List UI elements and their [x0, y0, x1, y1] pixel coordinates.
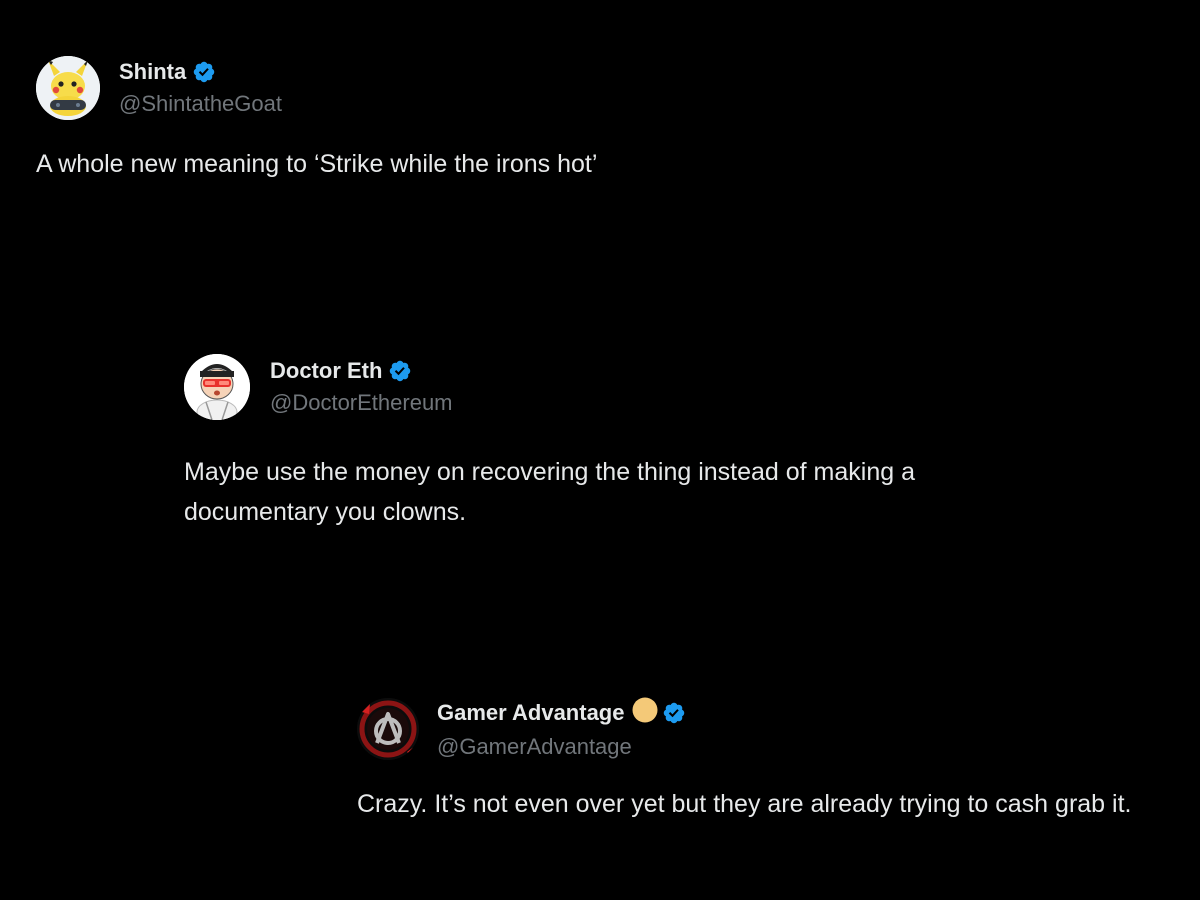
identity-block: Shinta @ShintatheGoat — [119, 59, 282, 117]
cartoon-doctor-avatar-icon — [184, 354, 250, 420]
display-name[interactable]: Doctor Eth — [270, 358, 382, 384]
tweet-header: Gamer Advantage @GamerAdvantage — [357, 697, 1187, 760]
handle[interactable]: @GamerAdvantage — [437, 734, 686, 760]
identity-block: Gamer Advantage @GamerAdvantage — [437, 697, 686, 760]
affiliate-badge-icon — [632, 697, 658, 728]
display-name[interactable]: Gamer Advantage — [437, 700, 624, 726]
handle[interactable]: @DoctorEthereum — [270, 390, 453, 416]
tweet-text: Maybe use the money on recovering the th… — [184, 458, 915, 526]
name-row: Gamer Advantage — [437, 697, 686, 728]
handle[interactable]: @ShintatheGoat — [119, 91, 282, 117]
tweet-header: Shinta @ShintatheGoat — [36, 56, 1136, 120]
avatar[interactable] — [184, 354, 250, 420]
pikachu-gamer-avatar-icon — [36, 56, 100, 120]
verified-badge-icon — [192, 60, 216, 84]
gamer-advantage-logo-icon — [357, 697, 419, 760]
name-row: Doctor Eth — [270, 358, 453, 384]
verified-badge-icon — [662, 701, 686, 725]
display-name[interactable]: Shinta — [119, 59, 186, 85]
tweet-doctor-eth[interactable]: Doctor Eth @DoctorEthereum Maybe use the… — [184, 354, 1164, 532]
tweet-text: A whole new meaning to ‘Strike while the… — [36, 150, 598, 178]
tweet-shinta[interactable]: Shinta @ShintatheGoat A whole new meanin… — [36, 56, 1136, 179]
tweet-text: Crazy. It’s not even over yet but they a… — [357, 790, 1132, 818]
tweet-header: Doctor Eth @DoctorEthereum — [184, 354, 1164, 420]
verified-badge-icon — [388, 359, 412, 383]
tweet-gamer-advantage[interactable]: Gamer Advantage @GamerAdvantage Crazy. I… — [357, 697, 1187, 819]
identity-block: Doctor Eth @DoctorEthereum — [270, 358, 453, 416]
avatar[interactable] — [357, 697, 419, 760]
name-row: Shinta — [119, 59, 282, 85]
avatar[interactable] — [36, 56, 100, 120]
